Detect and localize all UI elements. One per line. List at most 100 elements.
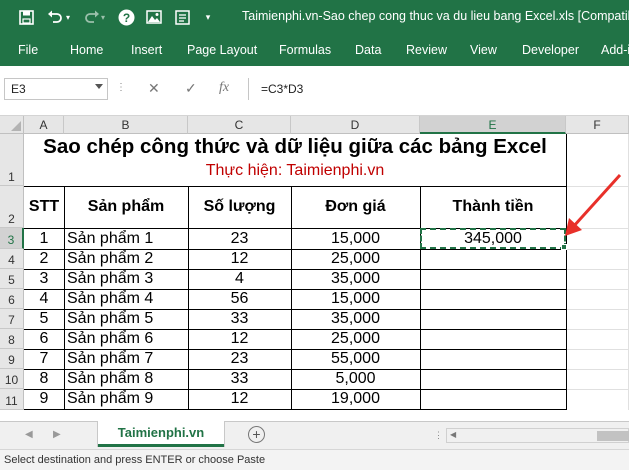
resize-dots-icon[interactable]: ⋮ <box>116 82 126 93</box>
column-header-f[interactable]: F <box>566 116 629 134</box>
gridline <box>566 309 629 310</box>
chevron-down-icon[interactable] <box>95 84 103 89</box>
prev-sheet-icon[interactable]: ◀ <box>25 429 33 440</box>
cell-quantity[interactable]: 56 <box>188 289 291 309</box>
cell-quantity[interactable]: 12 <box>188 249 291 269</box>
tab-file[interactable]: File <box>18 43 38 57</box>
cell-product[interactable]: Sản phẩm 3 <box>64 269 188 289</box>
cell-quantity[interactable]: 23 <box>188 349 291 369</box>
row-header-8[interactable]: 8 <box>0 329 24 349</box>
cell-quantity[interactable]: 33 <box>188 369 291 389</box>
customize-icon[interactable]: ▾ <box>202 7 214 27</box>
cell-stt[interactable]: 8 <box>24 369 64 389</box>
formula-input[interactable]: =C3*D3 <box>248 78 629 100</box>
cell-total[interactable] <box>420 249 566 269</box>
save-icon[interactable] <box>16 7 36 27</box>
cell-price[interactable]: 15,000 <box>291 228 420 249</box>
cell-product[interactable]: Sản phẩm 7 <box>64 349 188 369</box>
help-icon[interactable]: ? <box>116 7 136 27</box>
undo-dropdown-icon[interactable]: ▾ <box>63 7 73 27</box>
next-sheet-icon[interactable]: ▶ <box>53 429 61 440</box>
cell-stt[interactable]: 3 <box>24 269 64 289</box>
row-header-4[interactable]: 4 <box>0 249 24 269</box>
cell-total[interactable] <box>420 289 566 309</box>
select-all-button[interactable] <box>0 116 24 134</box>
sheet-tab-bar: ◀ ▶ Taimienphi.vn + ⋮ ◀ <box>0 421 629 449</box>
cell-quantity[interactable]: 4 <box>188 269 291 289</box>
sheet-tab-taimienphi[interactable]: Taimienphi.vn <box>98 421 224 447</box>
cell-price[interactable]: 5,000 <box>291 369 420 389</box>
row-header-7[interactable]: 7 <box>0 309 24 329</box>
cell-total[interactable] <box>420 349 566 369</box>
row-header-1[interactable]: 1 <box>0 134 24 186</box>
redo-dropdown-icon[interactable]: ▾ <box>98 7 108 27</box>
cell-stt[interactable]: 4 <box>24 289 64 309</box>
cell-product[interactable]: Sản phẩm 2 <box>64 249 188 269</box>
undo-icon[interactable] <box>45 7 65 27</box>
tab-view[interactable]: View <box>470 43 497 57</box>
cell-price[interactable]: 35,000 <box>291 269 420 289</box>
column-header-b[interactable]: B <box>64 116 188 134</box>
column-header-c[interactable]: C <box>188 116 291 134</box>
cell-product[interactable]: Sản phẩm 6 <box>64 329 188 349</box>
insert-function-button[interactable]: fx <box>219 80 229 96</box>
cell-quantity[interactable]: 12 <box>188 389 291 409</box>
tab-addins[interactable]: Add-i <box>601 43 629 57</box>
cell-product[interactable]: Sản phẩm 9 <box>64 389 188 409</box>
cell-price[interactable]: 19,000 <box>291 389 420 409</box>
cell-product[interactable]: Sản phẩm 5 <box>64 309 188 329</box>
tab-split-handle-icon[interactable]: ⋮ <box>434 430 443 441</box>
row-header-3[interactable]: 3 <box>0 228 24 249</box>
row-header-5[interactable]: 5 <box>0 269 24 289</box>
header-stt: STT <box>28 197 60 215</box>
cell-total[interactable] <box>420 329 566 349</box>
tab-page-layout[interactable]: Page Layout <box>187 43 257 57</box>
horizontal-scrollbar[interactable]: ◀ <box>446 428 629 443</box>
column-header-d[interactable]: D <box>291 116 420 134</box>
cell-product[interactable]: Sản phẩm 1 <box>64 228 188 249</box>
tab-home[interactable]: Home <box>70 43 103 57</box>
form-icon[interactable] <box>172 7 192 27</box>
cell-stt[interactable]: 7 <box>24 349 64 369</box>
header-unit-price: Đơn giá <box>325 197 386 215</box>
tab-insert[interactable]: Insert <box>131 43 162 57</box>
cell-stt[interactable]: 1 <box>24 228 64 249</box>
cell-product[interactable]: Sản phẩm 8 <box>64 369 188 389</box>
cell-price[interactable]: 15,000 <box>291 289 420 309</box>
scroll-left-icon[interactable]: ◀ <box>450 430 456 439</box>
row-header-11[interactable]: 11 <box>0 389 24 410</box>
tab-developer[interactable]: Developer <box>522 43 579 57</box>
scrollbar-thumb[interactable] <box>597 431 629 441</box>
column-header-e[interactable]: E <box>420 116 566 134</box>
cancel-button[interactable]: ✕ <box>148 80 160 97</box>
row-header-2[interactable]: 2 <box>0 186 24 228</box>
cell-total[interactable] <box>420 309 566 329</box>
cell-price[interactable]: 25,000 <box>291 249 420 269</box>
cell-stt[interactable]: 5 <box>24 309 64 329</box>
tab-formulas[interactable]: Formulas <box>279 43 331 57</box>
cell-quantity[interactable]: 23 <box>188 228 291 249</box>
cell-product[interactable]: Sản phẩm 4 <box>64 289 188 309</box>
enter-button[interactable]: ✓ <box>185 80 197 97</box>
cell-price[interactable]: 55,000 <box>291 349 420 369</box>
row-header-10[interactable]: 10 <box>0 369 24 389</box>
name-box[interactable]: E3 <box>4 78 108 100</box>
tab-review[interactable]: Review <box>406 43 447 57</box>
row-header-9[interactable]: 9 <box>0 349 24 369</box>
add-sheet-button[interactable]: + <box>248 426 265 443</box>
cell-price[interactable]: 25,000 <box>291 329 420 349</box>
cell-stt[interactable]: 9 <box>24 389 64 409</box>
row-header-6[interactable]: 6 <box>0 289 24 309</box>
cell-total[interactable] <box>420 369 566 389</box>
cell-quantity[interactable]: 12 <box>188 329 291 349</box>
cell-stt[interactable]: 2 <box>24 249 64 269</box>
tab-data[interactable]: Data <box>355 43 381 57</box>
cell-price[interactable]: 35,000 <box>291 309 420 329</box>
cell-total[interactable] <box>420 389 566 409</box>
name-box-value: E3 <box>11 82 26 96</box>
cell-stt[interactable]: 6 <box>24 329 64 349</box>
column-header-a[interactable]: A <box>24 116 64 134</box>
image-icon[interactable] <box>144 7 164 27</box>
cell-total[interactable] <box>420 269 566 289</box>
cell-quantity[interactable]: 33 <box>188 309 291 329</box>
